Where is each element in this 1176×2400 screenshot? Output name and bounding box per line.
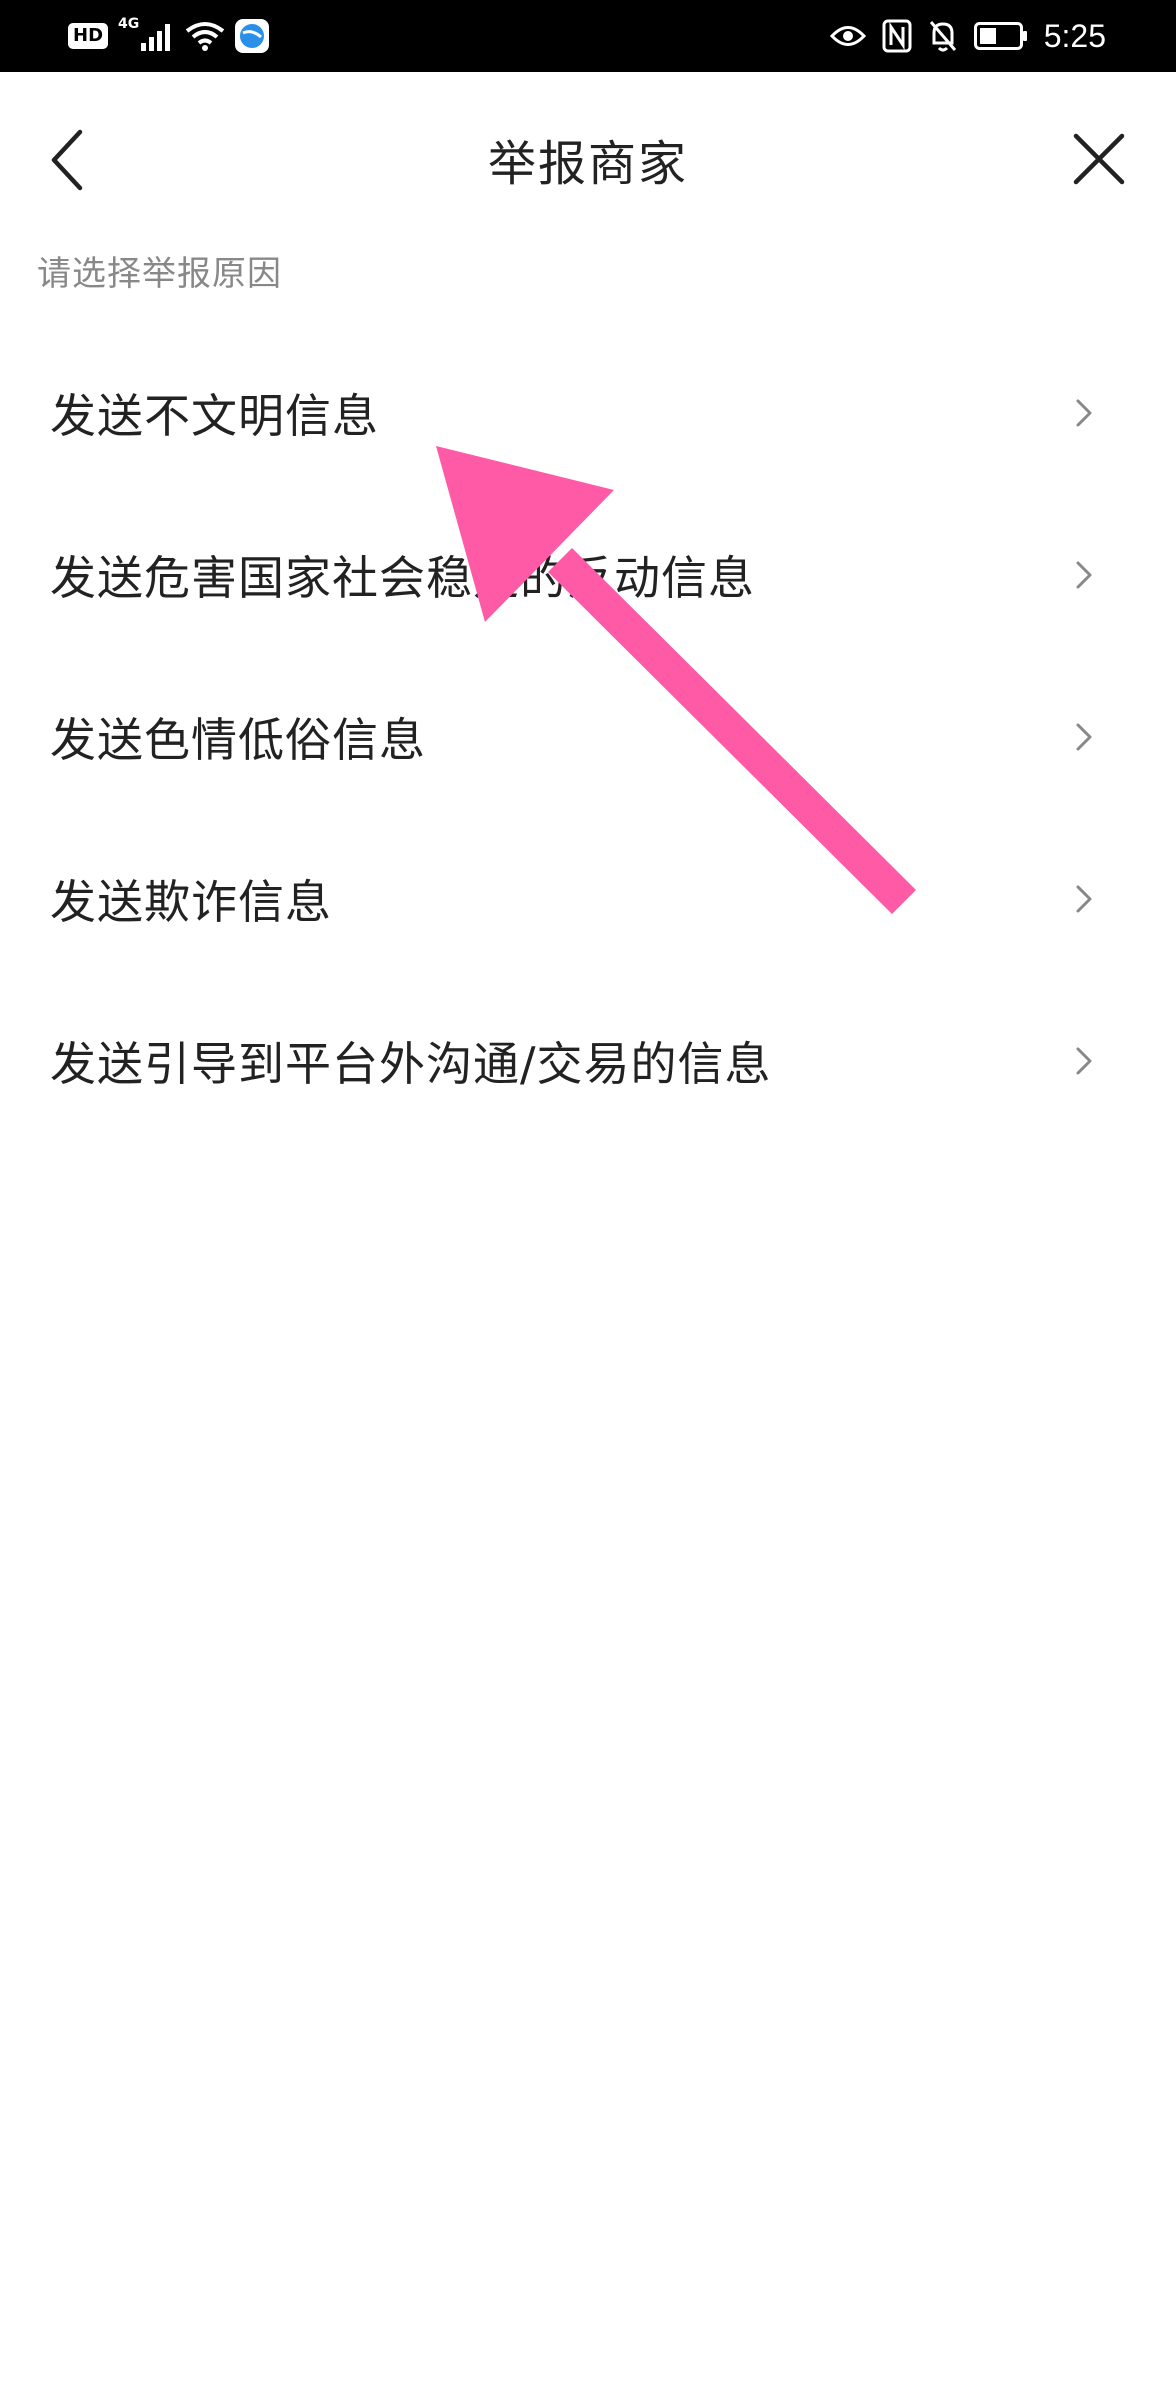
cellular-signal-icon <box>141 21 175 51</box>
section-hint: 请选择举报原因 <box>37 254 282 294</box>
chevron-right-icon <box>1076 885 1092 913</box>
hd-icon: HD <box>68 23 109 49</box>
reason-label: 发送引导到平台外沟通/交易的信息 <box>50 1037 772 1091</box>
chevron-right-icon <box>1076 561 1092 589</box>
status-time: 5:25 <box>1043 17 1106 54</box>
reason-item-reactionary[interactable]: 发送危害国家社会稳定的反动信息 <box>0 494 1176 656</box>
close-icon <box>1073 133 1125 185</box>
chevron-right-icon <box>1076 1047 1092 1075</box>
page-title: 举报商家 <box>487 136 688 192</box>
reason-label: 发送危害国家社会稳定的反动信息 <box>50 551 755 605</box>
reason-item-uncivil[interactable]: 发送不文明信息 <box>0 332 1176 494</box>
reason-list: 发送不文明信息 发送危害国家社会稳定的反动信息 发送色情低俗信息 发送欺诈信息 … <box>0 332 1176 1142</box>
chevron-right-icon <box>1076 399 1092 427</box>
reason-item-fraud[interactable]: 发送欺诈信息 <box>0 818 1176 980</box>
reason-label: 发送欺诈信息 <box>50 875 332 929</box>
reason-item-pornographic[interactable]: 发送色情低俗信息 <box>0 656 1176 818</box>
status-bar: HD 4G 5:25 <box>0 0 1176 72</box>
bell-off-icon <box>928 19 958 53</box>
close-button[interactable] <box>1062 122 1136 198</box>
chevron-right-icon <box>1076 723 1092 751</box>
nav-bar: 举报商家 <box>0 72 1176 242</box>
reason-item-offplatform[interactable]: 发送引导到平台外沟通/交易的信息 <box>0 980 1176 1142</box>
reason-label: 发送色情低俗信息 <box>50 713 426 767</box>
status-right-group: 5:25 <box>829 14 1106 58</box>
network-type-label: 4G <box>118 16 140 32</box>
report-merchant-screen: HD 4G 5:25 举报商家 请选择举报原因 发送不文明信息 发送危害国家社会… <box>0 0 1176 2400</box>
nfc-icon <box>882 19 912 53</box>
eye-icon <box>829 23 866 49</box>
reason-label: 发送不文明信息 <box>50 389 379 443</box>
status-left-group: HD 4G <box>68 14 270 58</box>
browser-app-icon <box>235 19 270 53</box>
battery-icon <box>973 22 1028 50</box>
wifi-icon <box>185 21 225 51</box>
